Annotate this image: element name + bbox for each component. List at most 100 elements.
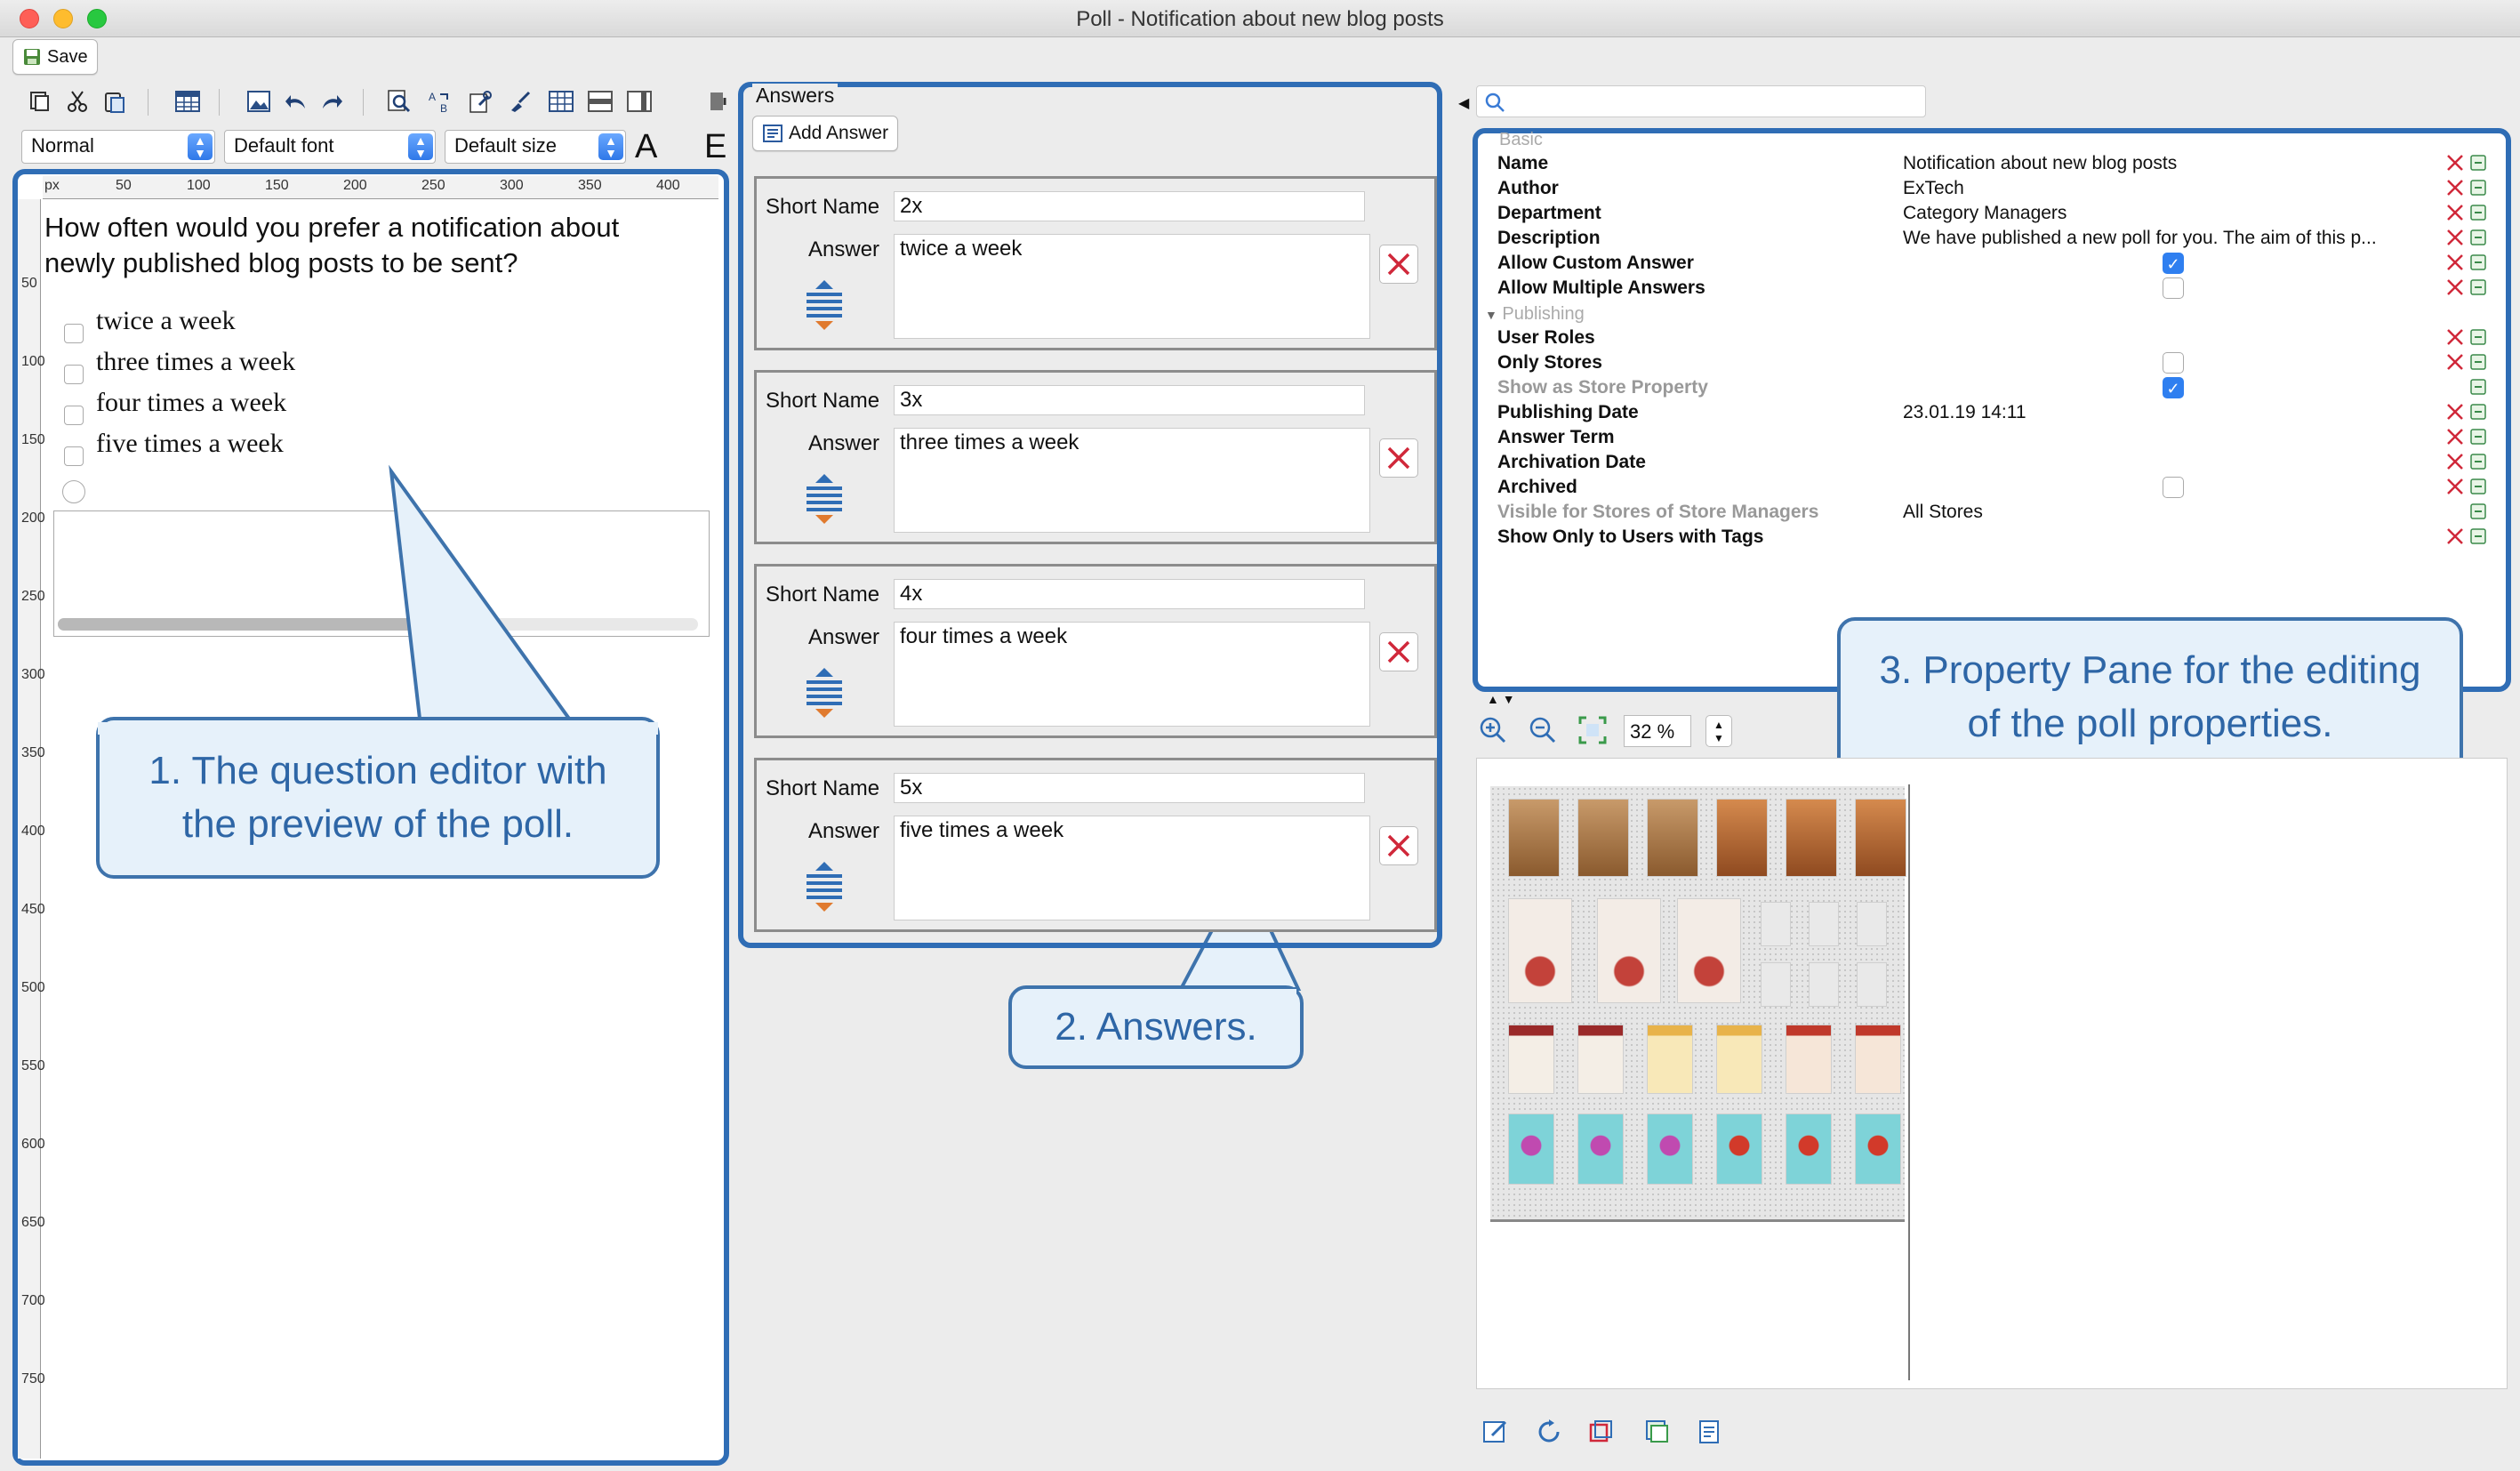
edit-icon[interactable] [2469,253,2487,271]
product-item[interactable] [1855,1025,1901,1094]
product-item[interactable] [1716,1113,1762,1185]
short-name-input[interactable]: 2x [894,191,1365,221]
property-row[interactable]: Archivation Date [1490,450,2486,475]
property-value[interactable]: All Stores [1903,502,2436,523]
edit-icon[interactable] [2469,403,2487,421]
property-row[interactable]: Allow Multiple Answers [1490,276,2486,301]
product-item[interactable] [1508,1113,1554,1185]
short-name-input[interactable]: 5x [894,773,1365,803]
reorder-icon[interactable] [803,278,846,334]
property-row[interactable]: Visible for Stores of Store Managers All … [1490,500,2486,525]
property-row[interactable]: User Roles [1490,326,2486,350]
product-item[interactable] [1647,1025,1693,1094]
edit-icon[interactable] [2469,204,2487,221]
allow-custom-answer-checkbox[interactable]: ✓ [2163,253,2184,274]
clear-icon[interactable] [2445,327,2465,347]
property-row[interactable]: Show Only to Users with Tags [1490,525,2486,550]
property-row[interactable]: Author ExTech [1490,176,2486,201]
product-item[interactable] [1786,1113,1832,1185]
show-as-store-property-checkbox[interactable]: ✓ [2163,377,2184,398]
property-value[interactable]: We have published a new poll for you. Th… [1903,228,2436,249]
edit-icon[interactable] [2469,428,2487,446]
group-expanded-icon[interactable]: ▼ [1485,308,1497,322]
reorder-icon[interactable] [803,860,846,915]
delete-answer-button[interactable] [1379,632,1418,671]
property-row[interactable]: Answer Term [1490,425,2486,450]
short-name-input[interactable]: 4x [894,579,1365,609]
product-item[interactable] [1577,1113,1624,1185]
delete-answer-button[interactable] [1379,245,1418,284]
product-item[interactable] [1809,962,1839,1007]
edit-icon[interactable] [2469,229,2487,246]
clear-icon[interactable] [2445,527,2465,546]
property-row[interactable]: Name Notification about new blog posts [1490,151,2486,176]
property-value[interactable]: Notification about new blog posts [1903,153,2436,174]
clear-icon[interactable] [2445,452,2465,471]
property-row[interactable]: Allow Custom Answer ✓ [1490,251,2486,276]
product-item[interactable] [1677,898,1741,1003]
edit-icon[interactable] [2469,453,2487,470]
collapse-left-icon[interactable]: ◀ [1458,94,1469,112]
property-value[interactable]: 23.01.19 14:11 [1903,402,2436,423]
clear-icon[interactable] [2445,178,2465,197]
product-item[interactable] [1855,1113,1901,1185]
edit-icon[interactable] [2469,278,2487,296]
product-item[interactable] [1761,902,1791,946]
edit-icon[interactable] [2469,179,2487,197]
property-value[interactable]: ExTech [1903,178,2436,199]
reorder-icon[interactable] [803,472,846,527]
reorder-icon[interactable] [803,666,846,721]
product-item[interactable] [1809,902,1839,946]
product-item[interactable] [1597,898,1661,1003]
clear-icon[interactable] [2445,352,2465,372]
answer-textarea[interactable]: three times a week [894,428,1370,533]
document-icon[interactable] [1691,1414,1727,1450]
edit-icon[interactable] [2469,527,2487,545]
clear-icon[interactable] [2445,477,2465,496]
clear-icon[interactable] [2445,277,2465,297]
clear-icon[interactable] [2445,253,2465,272]
property-row[interactable]: Only Stores [1490,350,2486,375]
edit-icon[interactable] [2469,328,2487,346]
crop-icon[interactable] [1583,1414,1618,1450]
delete-answer-button[interactable] [1379,826,1418,865]
clear-icon[interactable] [2445,203,2465,222]
property-row[interactable]: Publishing Date 23.01.19 14:11 [1490,400,2486,425]
product-item[interactable] [1577,1025,1624,1094]
zoom-in-icon[interactable] [1478,715,1508,745]
product-item[interactable] [1508,1025,1554,1094]
clear-icon[interactable] [2445,153,2465,173]
answer-textarea[interactable]: twice a week [894,234,1370,339]
property-row[interactable]: Description We have published a new poll … [1490,226,2486,251]
zoom-out-icon[interactable] [1528,715,1558,745]
refresh-icon[interactable] [1531,1414,1567,1450]
product-item[interactable] [1855,799,1906,877]
only-stores-checkbox[interactable] [2163,352,2184,374]
edit-layout-icon[interactable] [1478,1414,1513,1450]
property-row[interactable]: Show as Store Property ✓ [1490,375,2486,400]
property-search-input[interactable] [1476,85,1926,117]
zoom-stepper[interactable]: ▲ ▼ [1705,715,1732,747]
product-item[interactable] [1716,799,1768,877]
short-name-input[interactable]: 3x [894,385,1365,415]
fit-to-view-icon[interactable] [1577,715,1608,745]
product-item[interactable] [1647,1113,1693,1185]
delete-answer-button[interactable] [1379,438,1418,478]
allow-multiple-answers-checkbox[interactable] [2163,277,2184,299]
product-item[interactable] [1508,799,1560,877]
product-item[interactable] [1857,902,1887,946]
archived-checkbox[interactable] [2163,477,2184,498]
clear-icon[interactable] [2445,402,2465,422]
product-item[interactable] [1508,898,1572,1003]
edit-icon[interactable] [2469,353,2487,371]
zoom-level-input[interactable]: 32 % [1624,715,1691,747]
property-row[interactable]: Department Category Managers [1490,201,2486,226]
property-row[interactable]: Archived [1490,475,2486,500]
product-item[interactable] [1786,799,1837,877]
product-item[interactable] [1761,962,1791,1007]
clear-icon[interactable] [2445,228,2465,247]
edit-icon[interactable] [2469,378,2487,396]
product-item[interactable] [1857,962,1887,1007]
clear-icon[interactable] [2445,427,2465,446]
edit-icon[interactable] [2469,154,2487,172]
